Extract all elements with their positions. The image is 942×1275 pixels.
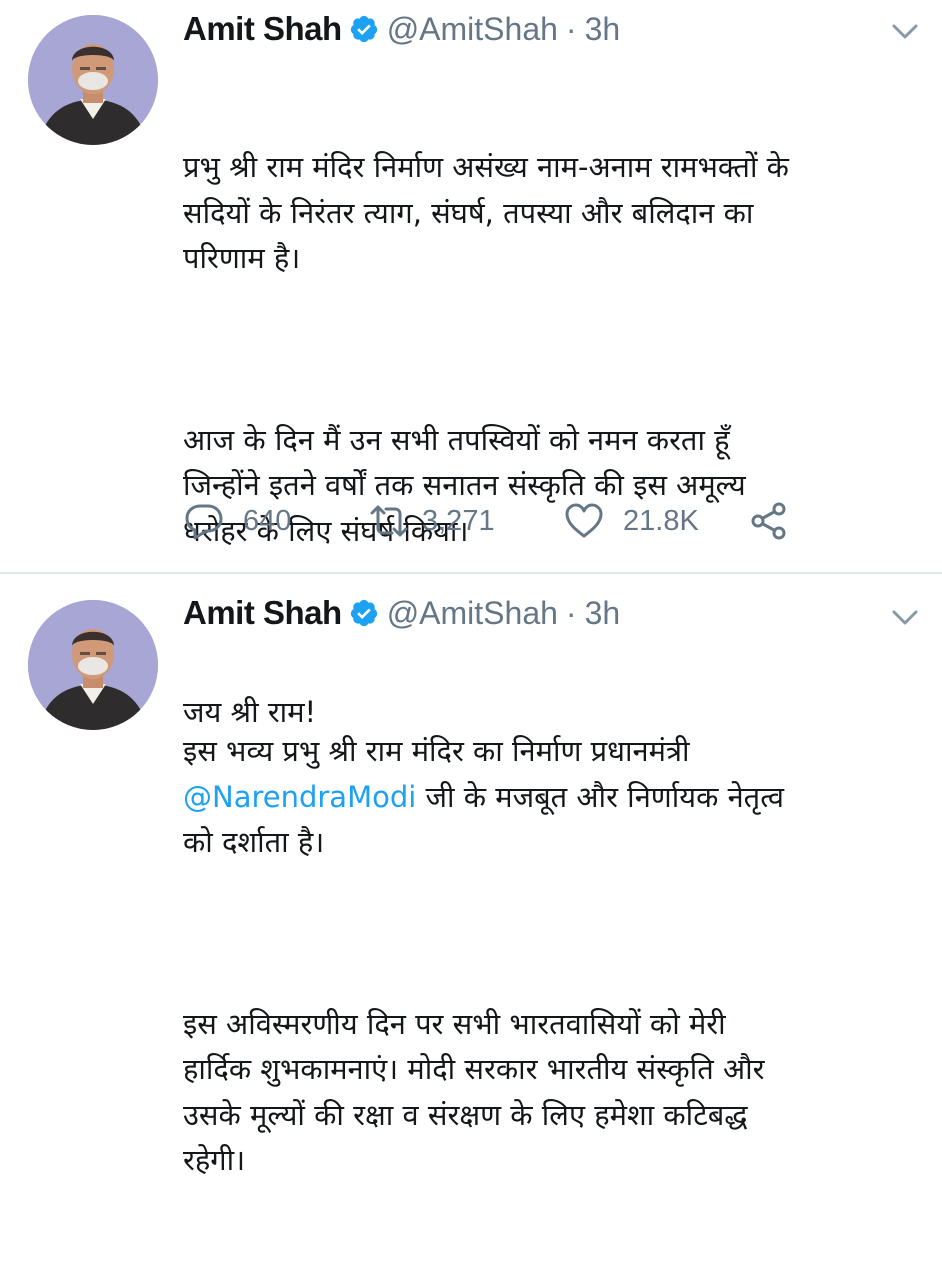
- tweet-actions: 640 3,271 21.8K: [183, 500, 923, 544]
- tweet-paragraph: इस भव्य प्रभु श्री राम मंदिर का निर्माण …: [183, 729, 918, 866]
- like-button[interactable]: 21.8K: [563, 500, 699, 542]
- tweet-text: इस भव्य प्रभु श्री राम मंदिर का निर्माण …: [183, 638, 918, 1275]
- tweet-paragraph: प्रभु श्री राम मंदिर निर्माण असंख्य नाम-…: [183, 150, 789, 275]
- tweet-content: Amit Shah @AmitShah · 3h इस भव्य प्रभु श…: [183, 574, 942, 1177]
- reply-icon: [185, 504, 223, 540]
- tweet[interactable]: Amit Shah @AmitShah · 3h इस भव्य प्रभु श…: [0, 574, 942, 1177]
- tweet-paragraph: इस अविस्मरणीय दिन पर सभी भारतवासियों को …: [183, 1006, 765, 1178]
- avatar[interactable]: [28, 15, 158, 145]
- author-name[interactable]: Amit Shah: [183, 10, 342, 48]
- tweet-text-segment: इस भव्य प्रभु श्री राम मंदिर का निर्माण …: [183, 734, 690, 768]
- author-name[interactable]: Amit Shah: [183, 594, 342, 632]
- avatar[interactable]: [28, 600, 158, 730]
- avatar-column: [0, 574, 183, 1024]
- avatar-column: [0, 0, 183, 572]
- retweet-count: 3,271: [422, 504, 495, 537]
- reply-count: 640: [243, 504, 292, 537]
- verified-badge-icon: [349, 598, 379, 628]
- avatar-image: [28, 600, 158, 730]
- tweet[interactable]: Amit Shah @AmitShah · 3h प्रभु श्री राम …: [0, 0, 942, 729]
- chevron-down-icon[interactable]: [890, 22, 920, 42]
- separator-dot: ·: [565, 594, 577, 631]
- share-icon: [751, 502, 786, 540]
- tweet-header: Amit Shah @AmitShah · 3h: [183, 10, 922, 48]
- timestamp[interactable]: 3h: [585, 11, 621, 48]
- author-handle[interactable]: @AmitShah: [387, 595, 558, 632]
- reply-button[interactable]: 640: [183, 500, 291, 542]
- separator-dot: ·: [565, 10, 577, 47]
- mention-link[interactable]: @NarendraModi: [183, 780, 416, 814]
- verified-badge-icon: [349, 14, 379, 44]
- timestamp[interactable]: 3h: [585, 595, 621, 632]
- chevron-down-icon[interactable]: [890, 608, 920, 628]
- like-count: 21.8K: [623, 504, 699, 537]
- share-button[interactable]: [748, 500, 790, 542]
- retweet-icon: [370, 505, 408, 537]
- heart-icon: [565, 503, 603, 538]
- retweet-button[interactable]: 3,271: [368, 500, 495, 542]
- tweet-content: Amit Shah @AmitShah · 3h प्रभु श्री राम …: [183, 0, 942, 729]
- tweet-header: Amit Shah @AmitShah · 3h: [183, 594, 922, 632]
- author-handle[interactable]: @AmitShah: [387, 11, 558, 48]
- avatar-image: [28, 15, 158, 145]
